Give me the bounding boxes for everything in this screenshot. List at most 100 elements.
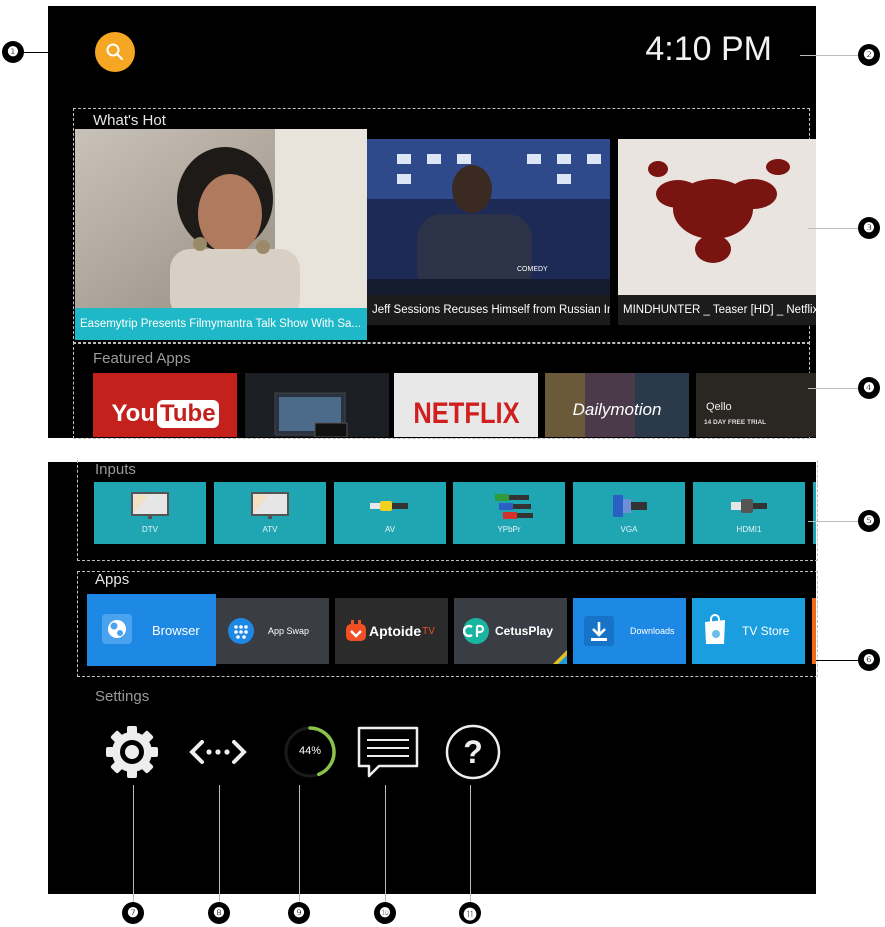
callout-8: ❽ bbox=[208, 902, 230, 924]
input-vga[interactable]: VGA bbox=[573, 482, 685, 544]
shopping-bag-icon bbox=[705, 614, 725, 644]
svg-text:?: ? bbox=[463, 734, 483, 770]
youtube-logo-tube: Tube bbox=[157, 400, 219, 428]
setting-help[interactable]: ? bbox=[444, 723, 502, 781]
search-button[interactable] bbox=[95, 32, 135, 72]
featured-qello[interactable]: Qello 14 DAY FREE TRIAL bbox=[696, 373, 816, 437]
settings-title: Settings bbox=[95, 688, 150, 705]
aptoide-icon bbox=[346, 620, 366, 641]
airplay-devices-image bbox=[274, 392, 348, 437]
featured-apps-title: Featured Apps bbox=[93, 350, 191, 367]
app-downloads-label: Downloads bbox=[630, 626, 675, 636]
app-tv-store[interactable]: TV Store bbox=[692, 598, 805, 664]
dailymotion-logo-text: Dailymotion bbox=[572, 400, 662, 419]
tv-icon bbox=[251, 492, 289, 519]
netflix-logo: NETFLIX bbox=[394, 391, 538, 437]
callout-line-6 bbox=[816, 660, 858, 661]
callout-line-4 bbox=[808, 388, 858, 389]
callout-4: ❹ bbox=[858, 377, 880, 399]
hot-card-2-caption: Jeff Sessions Recuses Himself from Russi… bbox=[367, 295, 610, 325]
app-tv-store-label: TV Store bbox=[742, 624, 790, 638]
callout-line-8 bbox=[219, 785, 220, 907]
whats-hot-title: What's Hot bbox=[93, 112, 166, 129]
setting-gear[interactable] bbox=[104, 724, 160, 780]
featured-airplay[interactable] bbox=[245, 373, 389, 437]
app-next-partial[interactable] bbox=[812, 598, 816, 664]
netflix-logo-text: NETFLIX bbox=[412, 397, 520, 430]
dailymotion-logo: Dailymotion bbox=[545, 383, 689, 437]
rca-cable-icon bbox=[370, 501, 408, 511]
input-hdmi1-label: HDMI1 bbox=[736, 525, 762, 534]
callout-7: ❼ bbox=[122, 902, 144, 924]
svg-text:COMEDY: COMEDY bbox=[517, 266, 548, 273]
app-downloads[interactable]: Downloads bbox=[573, 598, 686, 664]
callout-11: ⓫ bbox=[459, 902, 481, 924]
featured-youtube[interactable]: You Tube bbox=[93, 373, 237, 437]
featured-netflix[interactable]: NETFLIX bbox=[394, 373, 538, 437]
callout-line-1 bbox=[24, 52, 90, 53]
tv-icon bbox=[131, 492, 169, 519]
message-icon bbox=[357, 726, 419, 778]
tv-home-screen-top: 4:10 PM What's Hot Easemytrip Presents F… bbox=[48, 6, 816, 439]
input-vga-label: VGA bbox=[620, 525, 638, 534]
aptoide-label-main: Aptoide bbox=[369, 623, 422, 639]
input-ypbpr[interactable]: YPbPr bbox=[453, 482, 565, 544]
setting-messages[interactable] bbox=[355, 724, 421, 780]
callout-line-3 bbox=[808, 228, 858, 229]
callout-line-2 bbox=[800, 55, 858, 56]
input-hdmi1[interactable]: HDMI1 bbox=[693, 482, 805, 544]
qello-logo: Qello bbox=[706, 401, 732, 413]
hot-card-2[interactable]: COMEDY Jeff Sessions Recuses Himself fro… bbox=[367, 139, 610, 325]
app-app-swap[interactable]: App Swap bbox=[216, 598, 329, 664]
download-icon bbox=[584, 616, 614, 646]
callout-line-9 bbox=[299, 785, 300, 907]
app-cetusplay-label: CetusPlay bbox=[495, 624, 554, 638]
app-cetusplay[interactable]: CetusPlay bbox=[454, 598, 567, 664]
apps-title: Apps bbox=[95, 571, 130, 588]
input-dtv[interactable]: DTV bbox=[94, 482, 206, 544]
callout-10: ❿ bbox=[374, 902, 396, 924]
help-icon: ? bbox=[445, 724, 501, 780]
callout-line-7 bbox=[133, 785, 134, 907]
hot-card-1-caption: Easemytrip Presents Filmymantra Talk Sho… bbox=[75, 308, 367, 340]
featured-dailymotion[interactable]: Dailymotion bbox=[545, 373, 689, 437]
qello-trial-text: 14 DAY FREE TRIAL bbox=[704, 419, 767, 426]
tv-home-screen-bottom: Inputs DTV ATV AV YPbPr VGA HDMI1 Apps B… bbox=[48, 460, 818, 894]
youtube-logo: You Tube bbox=[93, 391, 237, 437]
input-ypbpr-label: YPbPr bbox=[497, 525, 521, 534]
hot-card-3[interactable]: MINDHUNTER _ Teaser [HD] _ Netflix bbox=[618, 139, 816, 325]
inputs-title: Inputs bbox=[95, 461, 136, 478]
setting-network[interactable] bbox=[188, 732, 248, 772]
callout-3: ❸ bbox=[858, 217, 880, 239]
input-more[interactable] bbox=[813, 482, 816, 544]
network-arrows-icon bbox=[189, 740, 247, 764]
app-aptoide-tv[interactable]: Aptoide TV bbox=[335, 598, 448, 664]
component-cable-icon bbox=[495, 494, 533, 519]
setting-storage[interactable]: 44% bbox=[280, 722, 340, 782]
globe-icon bbox=[102, 614, 132, 644]
cetusplay-icon bbox=[463, 618, 489, 644]
clock: 4:10 PM bbox=[645, 30, 772, 68]
hot-card-1[interactable]: Easemytrip Presents Filmymantra Talk Sho… bbox=[75, 129, 367, 340]
search-icon bbox=[106, 43, 124, 61]
callout-2: ❷ bbox=[858, 44, 880, 66]
corner-badge-icon bbox=[553, 650, 567, 664]
callout-1: ❶ bbox=[2, 41, 24, 63]
app-swap-icon bbox=[228, 618, 254, 644]
callout-line-10 bbox=[385, 785, 386, 907]
input-av-label: AV bbox=[384, 525, 396, 534]
input-atv[interactable]: ATV bbox=[214, 482, 326, 544]
hot-card-3-caption: MINDHUNTER _ Teaser [HD] _ Netflix bbox=[618, 295, 816, 325]
vga-connector-icon bbox=[613, 495, 647, 517]
aptoide-label-tv: TV bbox=[422, 625, 435, 637]
input-dtv-label: DTV bbox=[142, 525, 158, 534]
app-browser[interactable]: Browser bbox=[87, 594, 216, 666]
app-app-swap-label: App Swap bbox=[268, 626, 310, 636]
storage-percent: 44% bbox=[298, 745, 322, 757]
callout-line-5 bbox=[808, 521, 858, 522]
app-browser-label: Browser bbox=[152, 622, 200, 638]
callout-5: ❺ bbox=[858, 510, 880, 532]
callout-line-11 bbox=[470, 785, 471, 907]
app-aptoide-label: Aptoide TV bbox=[369, 598, 435, 664]
input-av[interactable]: AV bbox=[334, 482, 446, 544]
